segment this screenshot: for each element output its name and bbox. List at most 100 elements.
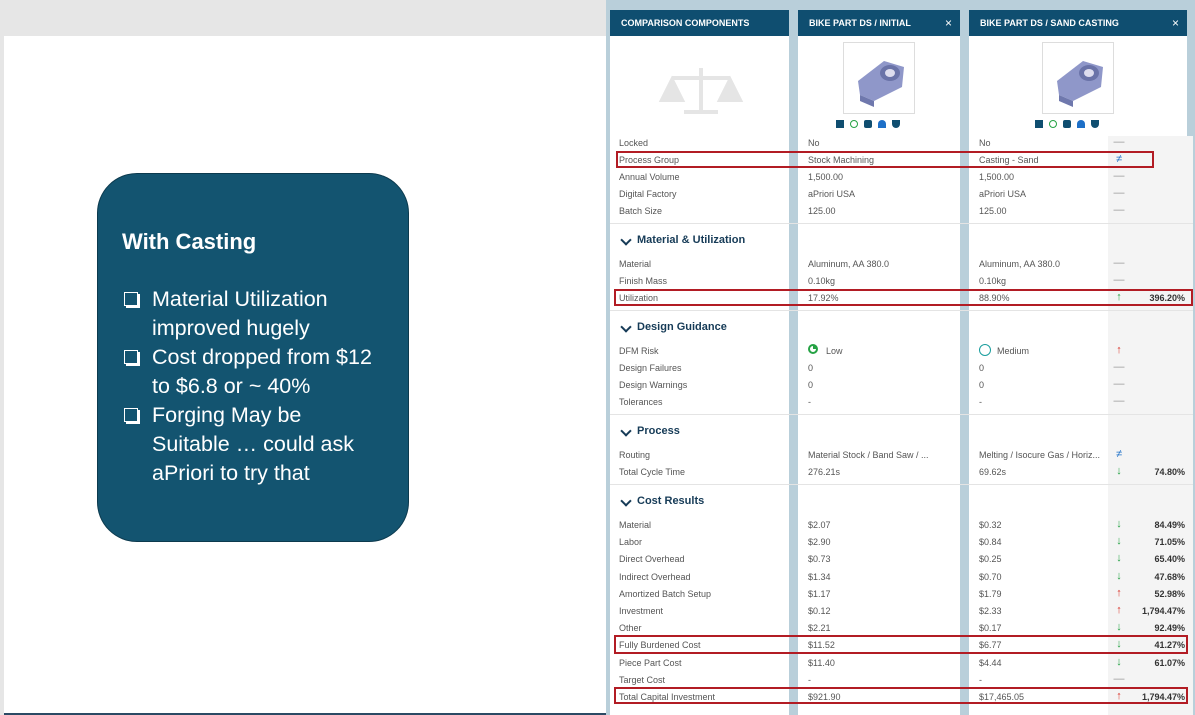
row-label: Design Warnings [619, 380, 688, 390]
part-model-icon [858, 61, 904, 107]
dash-icon: — [1113, 170, 1125, 182]
value-casting: 0 [979, 363, 985, 373]
scale-icon [658, 68, 744, 114]
row-label: Design Failures [619, 363, 682, 373]
value-initial: No [808, 138, 820, 148]
status-icons [1035, 120, 1099, 128]
table-row: Direct Overhead $0.73 $0.25 ↓ 65.40% [610, 551, 1193, 568]
user-icon [878, 120, 886, 128]
close-icon[interactable]: × [1172, 16, 1179, 30]
table-row: Investment $0.12 $2.33 ↑ 1,794.47% [610, 603, 1193, 620]
table-row: Indirect Overhead $1.34 $0.70 ↓ 47.68% [610, 569, 1193, 586]
arrow-down-icon: ↓ [1116, 621, 1122, 633]
part-model-icon [1057, 61, 1103, 107]
percent-change: 65.40% [1154, 554, 1185, 564]
low-risk-icon [808, 344, 818, 354]
part-thumbnail-initial[interactable] [798, 36, 960, 138]
value-casting: $0.32 [979, 520, 1002, 530]
bullet-text: Forging May be Suitable … could ask aPri… [152, 403, 354, 485]
table-row: Labor $2.90 $0.84 ↓ 71.05% [610, 534, 1193, 551]
shield-icon [892, 120, 900, 128]
row-label: Digital Factory [619, 189, 677, 199]
column-title: COMPARISON COMPONENTS [621, 18, 750, 28]
value-casting: $0.17 [979, 623, 1002, 633]
section-title: Design Guidance [637, 321, 727, 333]
row-label: Tolerances [619, 397, 663, 407]
bullet-item: Material Utilization improved hugely [122, 285, 384, 343]
value-casting: 69.62s [979, 467, 1007, 477]
bullet-text: Material Utilization improved hugely [152, 287, 328, 340]
link-icon [850, 120, 858, 128]
column-title: BIKE PART DS / SAND CASTING [980, 18, 1119, 28]
chevron-down-icon [620, 425, 632, 437]
value-casting: $2.33 [979, 606, 1002, 616]
checkbox-bullet-icon [124, 408, 138, 422]
table-row: Piece Part Cost $11.40 $4.44 ↓ 61.07% [610, 655, 1193, 672]
row-label: Annual Volume [619, 172, 680, 182]
value-initial: - [808, 397, 811, 407]
user-icon [1077, 120, 1085, 128]
table-row: Amortized Batch Setup $1.17 $1.79 ↑ 52.98% [610, 586, 1193, 603]
section-process[interactable]: Process [610, 414, 1193, 449]
row-label: Target Cost [619, 675, 666, 685]
value-initial: Aluminum, AA 380.0 [808, 259, 890, 269]
section-material-utilization[interactable]: Material & Utilization [610, 223, 1193, 258]
arrow-down-icon: ↓ [1116, 535, 1122, 547]
table-row: Design Failures 0 0 — [610, 360, 1193, 377]
value-initial: 0.10kg [808, 276, 836, 286]
section-cost-results[interactable]: Cost Results [610, 484, 1193, 519]
value-initial: Low [826, 346, 843, 356]
row-label: DFM Risk [619, 346, 659, 356]
row-label: Direct Overhead [619, 554, 685, 564]
percent-change: 1,794.47% [1141, 606, 1185, 616]
close-icon[interactable]: × [945, 16, 952, 30]
arrow-down-icon: ↓ [1116, 552, 1122, 564]
table-row: Digital Factory aPriori USA aPriori USA — [610, 186, 1193, 203]
not-equal-icon: ≠ [1115, 448, 1123, 460]
bullet-item: Forging May be Suitable … could ask aPri… [122, 401, 384, 488]
value-casting: 125.00 [979, 206, 1007, 216]
value-casting: - [979, 675, 982, 685]
percent-change: 92.49% [1154, 623, 1185, 633]
value-casting: 0 [979, 380, 985, 390]
table-row: Material Aluminum, AA 380.0 Aluminum, AA 3… [610, 256, 1193, 273]
row-label: Routing [619, 450, 651, 460]
chevron-down-icon [620, 234, 632, 246]
value-casting: No [979, 138, 991, 148]
row-label: Other [619, 623, 642, 633]
arrow-down-icon: ↓ [1116, 465, 1122, 477]
comparison-table: Locked No No — Process Group Stock Machining… [610, 136, 1193, 715]
dash-icon: — [1113, 187, 1125, 199]
section-title: Process [637, 425, 680, 437]
value-initial: $2.90 [808, 537, 831, 547]
status-icons [836, 120, 900, 128]
percent-change: 71.05% [1154, 537, 1185, 547]
row-label: Labor [619, 537, 643, 547]
value-initial: $1.34 [808, 572, 831, 582]
value-casting: $1.79 [979, 589, 1002, 599]
highlight-total-capital [614, 687, 1188, 704]
value-initial: 0 [808, 363, 814, 373]
percent-change: 61.07% [1154, 658, 1185, 668]
value-casting: $0.84 [979, 537, 1002, 547]
part-thumbnail-sand-casting[interactable] [969, 36, 1187, 138]
comparison-panel: COMPARISON COMPONENTS BIKE PART DS / INI… [606, 0, 1195, 715]
value-initial: Material Stock / Band Saw / ... [808, 450, 929, 460]
value-casting: 0.10kg [979, 276, 1007, 286]
section-design-guidance[interactable]: Design Guidance [610, 310, 1193, 345]
value-initial: 276.21s [808, 467, 841, 477]
arrow-up-icon: ↑ [1116, 587, 1122, 599]
part-image [843, 42, 915, 114]
value-casting: - [979, 397, 982, 407]
value-initial: $11.40 [808, 658, 835, 668]
callout-title: With Casting [122, 229, 257, 254]
table-row: Total Cycle Time 276.21s 69.62s ↓ 74.80% [610, 464, 1193, 481]
value-initial: 125.00 [808, 206, 836, 216]
row-label: Investment [619, 606, 664, 616]
row-label: Amortized Batch Setup [619, 589, 712, 599]
arrow-up-icon: ↑ [1116, 604, 1122, 616]
row-label: Piece Part Cost [619, 658, 682, 668]
table-row: DFM Risk Low Medium ↑ [610, 343, 1193, 360]
column-header-sand-casting: BIKE PART DS / SAND CASTING × [969, 10, 1187, 36]
column-header-components: COMPARISON COMPONENTS [610, 10, 789, 36]
